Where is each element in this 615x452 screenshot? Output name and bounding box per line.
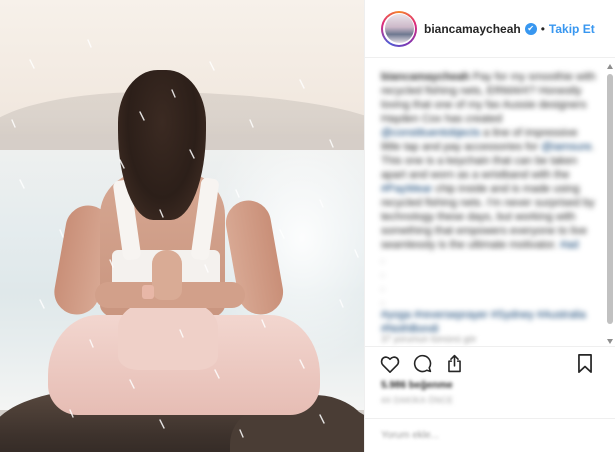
figure-hair bbox=[118, 70, 206, 220]
caption-spacer: . bbox=[381, 281, 385, 293]
separator-dot: • bbox=[540, 21, 545, 36]
verified-badge-icon: ✔ bbox=[524, 22, 537, 35]
scroll-thumb[interactable] bbox=[607, 74, 613, 324]
post-date: 44 DAKİKA ÖNCE bbox=[381, 396, 454, 405]
caption-username[interactable]: biancamaycheah bbox=[381, 71, 470, 83]
figure-hands bbox=[152, 250, 182, 300]
post-photo[interactable] bbox=[0, 0, 364, 452]
avatar-image bbox=[384, 14, 414, 43]
post-side-panel: biancamaycheah ✔ • Takip Et biancamayche… bbox=[364, 0, 615, 452]
comment-icon[interactable] bbox=[409, 351, 435, 377]
caption-hashtags[interactable]: #yoga #reverseprayer #Sydney #Australia … bbox=[381, 309, 586, 335]
bookmark-icon[interactable] bbox=[572, 351, 598, 377]
caption-spacer: . bbox=[381, 267, 385, 279]
caption-area: biancamaycheah Pay for my smoothie with … bbox=[365, 58, 615, 348]
post-header: biancamaycheah ✔ • Takip Et bbox=[365, 0, 615, 58]
caption-scrollbar[interactable] bbox=[607, 64, 613, 344]
caption-hashtag[interactable]: #PayWear bbox=[381, 183, 432, 195]
likes-count[interactable]: 5.986 beğenme bbox=[381, 380, 453, 391]
avatar[interactable] bbox=[381, 10, 417, 47]
username-link[interactable]: biancamaycheah bbox=[424, 22, 521, 36]
follow-button[interactable]: Takip Et bbox=[549, 22, 595, 36]
post-caption: biancamaycheah Pay for my smoothie with … bbox=[381, 70, 600, 336]
heart-icon[interactable] bbox=[377, 351, 403, 377]
caption-mention[interactable]: @iamsure bbox=[541, 141, 591, 153]
action-bar bbox=[365, 346, 615, 380]
avatar-frame bbox=[383, 12, 415, 45]
share-icon[interactable] bbox=[441, 351, 467, 377]
caption-spacer: . bbox=[381, 253, 385, 265]
comment-bar bbox=[365, 418, 615, 452]
caption-mention[interactable]: @constituentobjects bbox=[381, 127, 480, 139]
view-all-comments[interactable]: 37 yorumun tümünü gör bbox=[381, 334, 477, 344]
scroll-down-arrow-icon[interactable] bbox=[607, 339, 613, 344]
figure-hips bbox=[118, 300, 218, 370]
comment-input[interactable] bbox=[381, 430, 581, 441]
scroll-up-arrow-icon[interactable] bbox=[607, 64, 613, 69]
caption-spacer: . bbox=[381, 295, 385, 307]
caption-hashtag[interactable]: #ad bbox=[560, 239, 578, 251]
figure-wristband bbox=[142, 285, 154, 299]
